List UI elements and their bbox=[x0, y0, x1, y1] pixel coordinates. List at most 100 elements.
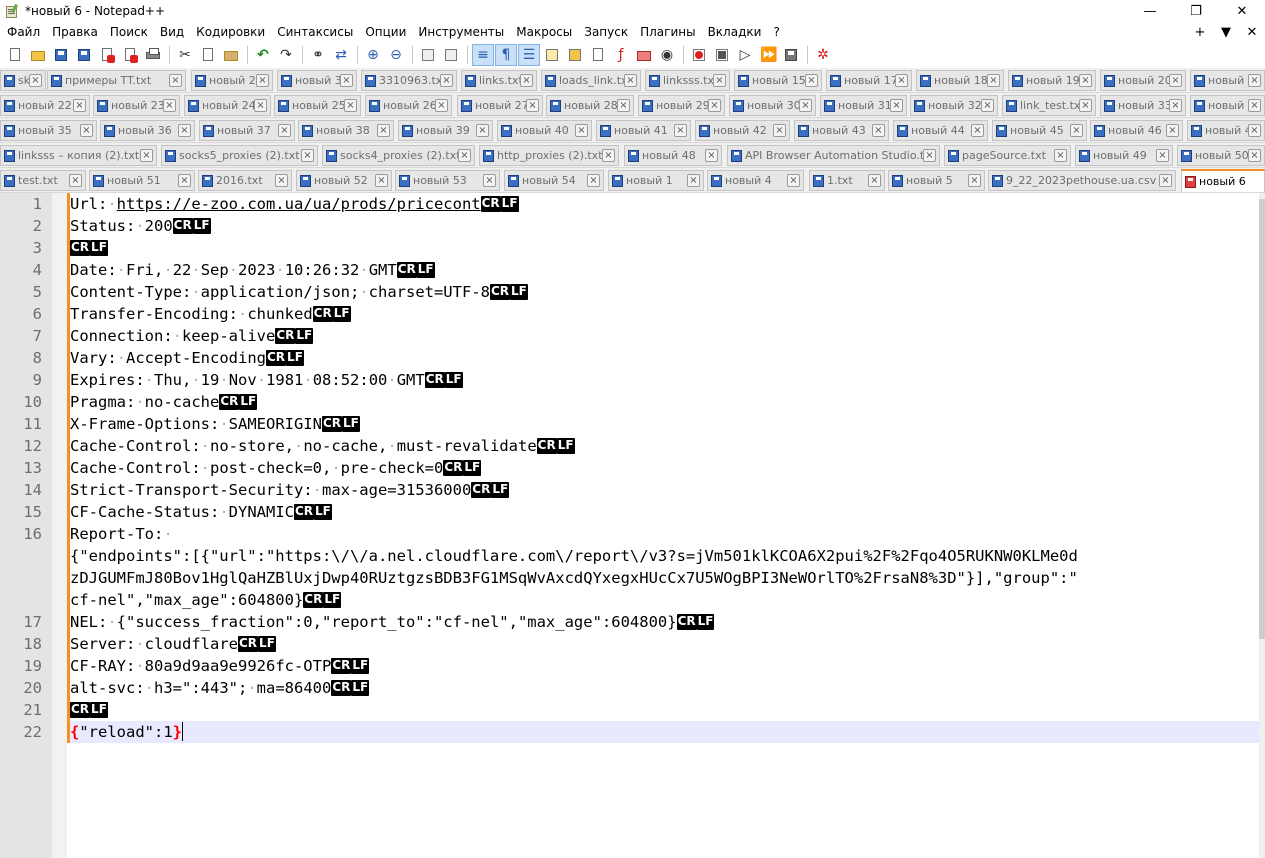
tab[interactable]: 3310963.txt × bbox=[361, 70, 457, 91]
macro-record-button[interactable] bbox=[688, 44, 710, 66]
open-file-button[interactable] bbox=[27, 44, 49, 66]
restore-button[interactable]: ❐ bbox=[1173, 0, 1219, 22]
tab-close-icon[interactable]: × bbox=[483, 174, 496, 187]
tab-close-icon[interactable]: × bbox=[178, 174, 191, 187]
tab[interactable]: новый 37 × bbox=[199, 120, 295, 141]
tab[interactable]: linksss.txt × bbox=[645, 70, 730, 91]
tab-close-icon[interactable]: × bbox=[80, 124, 93, 137]
text-line[interactable]: zDJGUMFmJ80Bov1HglQaHZBlUxjDwp40RUztgzsB… bbox=[70, 567, 1078, 589]
zoom-out-button[interactable]: ⊖ bbox=[385, 44, 407, 66]
document-map-button[interactable] bbox=[564, 44, 586, 66]
menu-tools[interactable]: Инструменты bbox=[412, 22, 510, 43]
tab-close-icon[interactable]: × bbox=[440, 74, 453, 87]
menu-encoding[interactable]: Кодировки bbox=[190, 22, 271, 43]
tab-close-icon[interactable]: × bbox=[1054, 149, 1067, 162]
tab-close-icon[interactable]: × bbox=[872, 124, 885, 137]
tab-close-icon[interactable]: × bbox=[375, 174, 388, 187]
tab[interactable]: новый 18 × bbox=[916, 70, 1004, 91]
tab[interactable]: http_proxies (2).txt × bbox=[479, 145, 619, 166]
menu-plugins[interactable]: Плагины bbox=[634, 22, 701, 43]
editor[interactable]: 1 2 3 4 5 6 7 8 9 10 11 12 13 14 15 16 17 18 19 20 21 22 Url:… bbox=[0, 193, 1265, 858]
text-line[interactable]: Status:·200CR LF bbox=[70, 215, 211, 237]
tab-close-icon[interactable]: × bbox=[713, 74, 726, 87]
menu-macro[interactable]: Макросы bbox=[510, 22, 578, 43]
tab-close-icon[interactable]: × bbox=[69, 174, 82, 187]
tab-close-icon[interactable]: × bbox=[987, 74, 1000, 87]
tab[interactable]: новый 25 × bbox=[274, 95, 361, 116]
find-button[interactable]: ⚭ bbox=[307, 44, 329, 66]
replace-button[interactable]: ⇄ bbox=[330, 44, 352, 66]
tab[interactable]: примеры TT.txt × bbox=[47, 70, 186, 91]
tab[interactable]: новый 26 × bbox=[365, 95, 452, 116]
tab-close-icon[interactable]: × bbox=[1166, 124, 1179, 137]
tab-close-icon[interactable]: × bbox=[458, 149, 471, 162]
text-line[interactable]: Expires:·Thu,·19·Nov·1981·08:52:00·GMTCR… bbox=[70, 369, 463, 391]
tab[interactable]: новый 52 × bbox=[296, 170, 392, 191]
macro-save-button[interactable] bbox=[780, 44, 802, 66]
tab-close-icon[interactable]: × bbox=[705, 149, 718, 162]
tab-close-icon[interactable]: × bbox=[1248, 74, 1261, 87]
menu-run[interactable]: Запуск bbox=[578, 22, 634, 43]
tab-close-icon[interactable]: × bbox=[1156, 149, 1169, 162]
function-list-button[interactable]: ƒ bbox=[610, 44, 632, 66]
text-line[interactable]: Vary:·Accept-EncodingCR LF bbox=[70, 347, 304, 369]
tab-close-icon[interactable]: × bbox=[1070, 124, 1083, 137]
tab[interactable]: новый 38 × bbox=[298, 120, 394, 141]
tab[interactable]: pageSource.txt × bbox=[944, 145, 1071, 166]
menu-language[interactable]: Синтаксисы bbox=[271, 22, 359, 43]
tab[interactable]: новый 29 × bbox=[638, 95, 725, 116]
vertical-scrollbar[interactable] bbox=[1259, 193, 1265, 858]
tab[interactable]: новый 33 × bbox=[1100, 95, 1186, 116]
new-tab-plus-button[interactable]: + bbox=[1187, 25, 1213, 40]
tab[interactable]: новый 2 × bbox=[191, 70, 273, 91]
menu-help[interactable]: ? bbox=[767, 22, 785, 43]
tab-close-icon[interactable]: × bbox=[163, 99, 176, 112]
tab[interactable]: новый 32 × bbox=[910, 95, 998, 116]
tab[interactable]: socks5_proxies (2).txt × bbox=[161, 145, 318, 166]
tab[interactable]: новый 42 × bbox=[695, 120, 790, 141]
tab[interactable]: новый 48 × bbox=[624, 145, 722, 166]
tab-close-icon[interactable]: × bbox=[773, 124, 786, 137]
tab-close-icon[interactable]: × bbox=[587, 174, 600, 187]
tab[interactable]: новый 44 × bbox=[893, 120, 988, 141]
tab[interactable]: новый 22 × bbox=[0, 95, 90, 116]
text-line[interactable]: Date:·Fri,·22·Sep·2023·10:26:32·GMTCR LF bbox=[70, 259, 435, 281]
sync-horizontal-button[interactable] bbox=[440, 44, 462, 66]
tab[interactable]: новый 21× bbox=[1190, 70, 1265, 91]
text-line[interactable]: alt-svc:·h3=":443";·ma=86400CR LF bbox=[70, 677, 370, 699]
tab-close-icon[interactable]: × bbox=[344, 99, 357, 112]
cut-button[interactable]: ✂ bbox=[174, 44, 196, 66]
show-all-characters-button[interactable]: ¶ bbox=[495, 44, 517, 66]
tab[interactable]: API Browser Automation Studio.txt × bbox=[727, 145, 940, 166]
monitoring-button[interactable]: ◉ bbox=[656, 44, 678, 66]
tab[interactable]: новый 17 × bbox=[826, 70, 912, 91]
fold-margin[interactable] bbox=[52, 193, 67, 858]
tab-close-icon[interactable]: × bbox=[256, 74, 269, 87]
paste-button[interactable] bbox=[220, 44, 242, 66]
tab-close-icon[interactable]: × bbox=[708, 99, 721, 112]
tab[interactable]: новый 31 × bbox=[820, 95, 907, 116]
tab-close-icon[interactable]: × bbox=[520, 74, 533, 87]
tab[interactable]: новый 4 × bbox=[707, 170, 804, 191]
tab-close-icon[interactable]: × bbox=[805, 74, 818, 87]
tab[interactable]: новый 39 × bbox=[398, 120, 493, 141]
tab-close-icon[interactable]: × bbox=[435, 99, 448, 112]
tab-close-icon[interactable]: × bbox=[971, 124, 984, 137]
tab[interactable]: test.txt × bbox=[0, 170, 86, 191]
tab[interactable]: новый 20 × bbox=[1100, 70, 1186, 91]
word-wrap-button[interactable]: ≡ bbox=[472, 44, 494, 66]
text-line[interactable]: Cache-Control:·post-check=0,·pre-check=0… bbox=[70, 457, 482, 479]
tab[interactable]: loads_link.txt× bbox=[541, 70, 641, 91]
text-line[interactable]: Pragma:·no-cacheCR LF bbox=[70, 391, 258, 413]
tab[interactable]: новый 15 × bbox=[734, 70, 822, 91]
user-defined-language-button[interactable] bbox=[541, 44, 563, 66]
tab-close-icon[interactable]: × bbox=[278, 124, 291, 137]
text-line[interactable]: cf-nel","max_age":604800}CR LF bbox=[70, 589, 342, 611]
menu-edit[interactable]: Правка bbox=[46, 22, 104, 43]
menu-search[interactable]: Поиск bbox=[104, 22, 154, 43]
text-line[interactable]: Url:·https://e-zoo.com.ua/ua/prods/price… bbox=[70, 193, 519, 215]
indent-guide-button[interactable]: ☰ bbox=[518, 44, 540, 66]
tab-close-icon[interactable]: × bbox=[377, 124, 390, 137]
tab[interactable]: link_test.txt × bbox=[1002, 95, 1096, 116]
tab-close-icon[interactable]: × bbox=[687, 174, 700, 187]
